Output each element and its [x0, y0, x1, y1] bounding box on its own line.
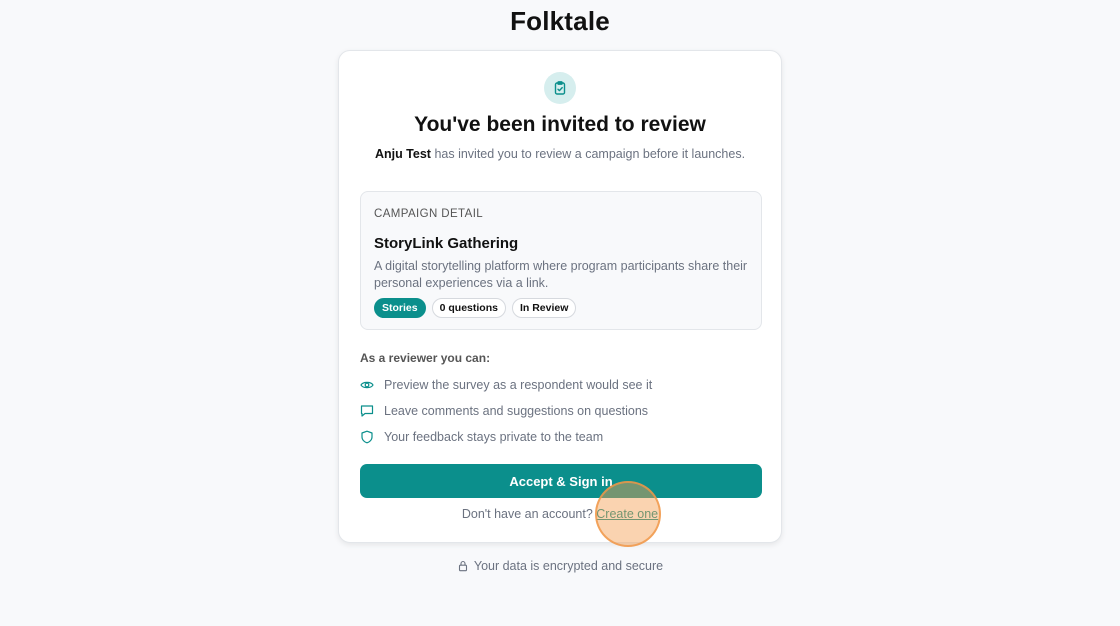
tag-type: Stories	[374, 298, 426, 318]
invite-title: You've been invited to review	[414, 113, 706, 136]
lock-icon	[457, 560, 469, 572]
permission-text: Preview the survey as a respondent would…	[384, 378, 653, 392]
security-note: Your data is encrypted and secure	[0, 559, 1120, 573]
comment-icon	[360, 404, 374, 418]
invite-message: has invited you to review a campaign bef…	[434, 147, 746, 161]
invite-card: You've been invited to review Anju Test …	[338, 50, 782, 543]
campaign-tags: Stories 0 questions In Review	[374, 298, 577, 318]
permission-item: Preview the survey as a respondent would…	[360, 378, 652, 392]
brand-title: Folktale	[510, 6, 610, 36]
clipboard-check-icon	[544, 72, 576, 104]
permission-text: Your feedback stays private to the team	[384, 430, 604, 444]
tag-status: In Review	[511, 298, 577, 318]
eye-icon	[360, 378, 374, 392]
permission-item: Leave comments and suggestions on questi…	[360, 404, 648, 418]
signup-prompt: Don't have an account? Create one	[339, 507, 781, 521]
create-account-link[interactable]: Create one	[596, 507, 658, 521]
secure-text: Your data is encrypted and secure	[473, 559, 664, 573]
campaign-detail-panel: CAMPAIGN DETAIL StoryLink Gathering A di…	[360, 191, 762, 330]
campaign-name: StoryLink Gathering	[374, 235, 519, 252]
permission-item: Your feedback stays private to the team	[360, 430, 603, 444]
inviter-name: Anju Test	[374, 147, 431, 161]
invite-subtitle: Anju Test has invited you to review a ca…	[339, 147, 781, 161]
reviewer-heading: As a reviewer you can:	[360, 351, 491, 365]
no-account-text: Don't have an account?	[461, 507, 593, 521]
campaign-description: A digital storytelling platform where pr…	[374, 259, 748, 290]
shield-icon	[360, 430, 374, 444]
tag-questions: 0 questions	[431, 298, 506, 318]
accept-sign-in-button[interactable]: Accept & Sign in	[360, 464, 762, 498]
campaign-detail-label: CAMPAIGN DETAIL	[374, 208, 484, 220]
permission-text: Leave comments and suggestions on questi…	[384, 404, 649, 418]
